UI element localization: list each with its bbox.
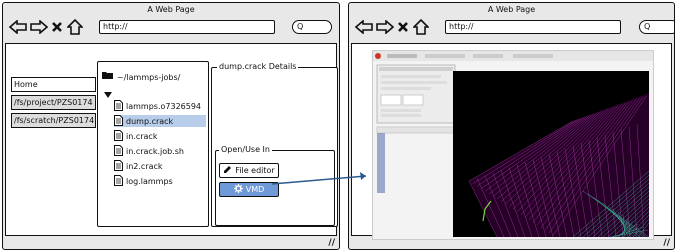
forward-arrow-icon[interactable] <box>376 19 394 35</box>
vmd-button[interactable]: VMD <box>219 182 279 197</box>
page-content: Home /fs/project/PZS0174 /fs/scratch/PZS… <box>5 43 338 236</box>
left-browser-window: A Web Page http:// Q Home /fs/project/PZ… <box>2 2 340 250</box>
back-arrow-icon[interactable] <box>355 19 373 35</box>
close-icon[interactable] <box>397 19 409 35</box>
file-tree-panel: ~/lammps-jobs/ lammps.o7326594 dump.crack… <box>97 61 209 227</box>
tab-home[interactable]: Home <box>11 77 96 92</box>
folder-icon <box>102 71 114 83</box>
vmd-label: VMD <box>245 185 265 194</box>
file-editor-button[interactable]: File editor <box>219 163 279 178</box>
file-icon <box>114 159 123 173</box>
details-title: dump.crack Details <box>217 62 299 71</box>
details-panel: dump.crack Details Open/Use In File edit… <box>211 62 338 227</box>
file-editor-label: File editor <box>235 166 275 175</box>
expand-triangle-icon[interactable] <box>104 91 112 101</box>
file-item[interactable]: dump.crack <box>114 114 206 128</box>
file-item[interactable]: in.crack.job.sh <box>114 144 206 158</box>
home-icon[interactable] <box>66 19 84 35</box>
home-icon[interactable] <box>412 19 430 35</box>
file-name: in.crack <box>126 131 158 141</box>
vmd-screenshot <box>372 50 654 240</box>
status-bar: // <box>349 237 674 249</box>
tab-project[interactable]: /fs/project/PZS0174 <box>11 95 96 110</box>
status-bar: // <box>3 237 339 249</box>
close-icon[interactable] <box>51 19 63 35</box>
file-name: in2.crack <box>126 161 163 171</box>
forward-arrow-icon[interactable] <box>30 19 48 35</box>
resize-grip-icon[interactable]: // <box>328 238 335 248</box>
url-input[interactable]: http:// <box>99 20 275 34</box>
file-item[interactable]: log.lammps <box>114 174 206 188</box>
file-item[interactable]: in2.crack <box>114 159 206 173</box>
gear-icon <box>233 184 243 195</box>
file-name: dump.crack <box>126 116 174 126</box>
file-name: lammps.o7326594 <box>126 101 202 111</box>
page-content <box>351 43 672 240</box>
window-title: A Web Page <box>147 5 195 14</box>
folder-path: ~/lammps-jobs/ <box>117 72 181 82</box>
nav-controls <box>355 19 430 35</box>
window-title: A Web Page <box>487 5 536 14</box>
file-icon <box>114 129 123 143</box>
tab-scratch[interactable]: /fs/scratch/PZS0174 <box>11 113 96 128</box>
file-item[interactable]: lammps.o7326594 <box>114 99 206 113</box>
open-use-panel: Open/Use In File editor VMD <box>215 145 335 226</box>
search-input[interactable]: Q <box>639 20 674 34</box>
url-input[interactable]: http:// <box>445 20 621 34</box>
open-use-title: Open/Use In <box>219 145 272 154</box>
file-name: log.lammps <box>126 176 173 186</box>
search-input[interactable]: Q <box>292 20 332 34</box>
pencil-icon <box>223 165 232 176</box>
file-icon <box>114 99 123 113</box>
file-icon <box>114 144 123 158</box>
file-name: in.crack.job.sh <box>126 146 184 156</box>
right-browser-window: A Web Page http:// Q // <box>348 2 675 250</box>
back-arrow-icon[interactable] <box>9 19 27 35</box>
file-icon <box>114 174 123 188</box>
file-icon <box>114 114 123 128</box>
file-item[interactable]: in.crack <box>114 129 206 143</box>
nav-controls <box>9 19 84 35</box>
resize-grip-icon[interactable]: // <box>663 238 670 248</box>
